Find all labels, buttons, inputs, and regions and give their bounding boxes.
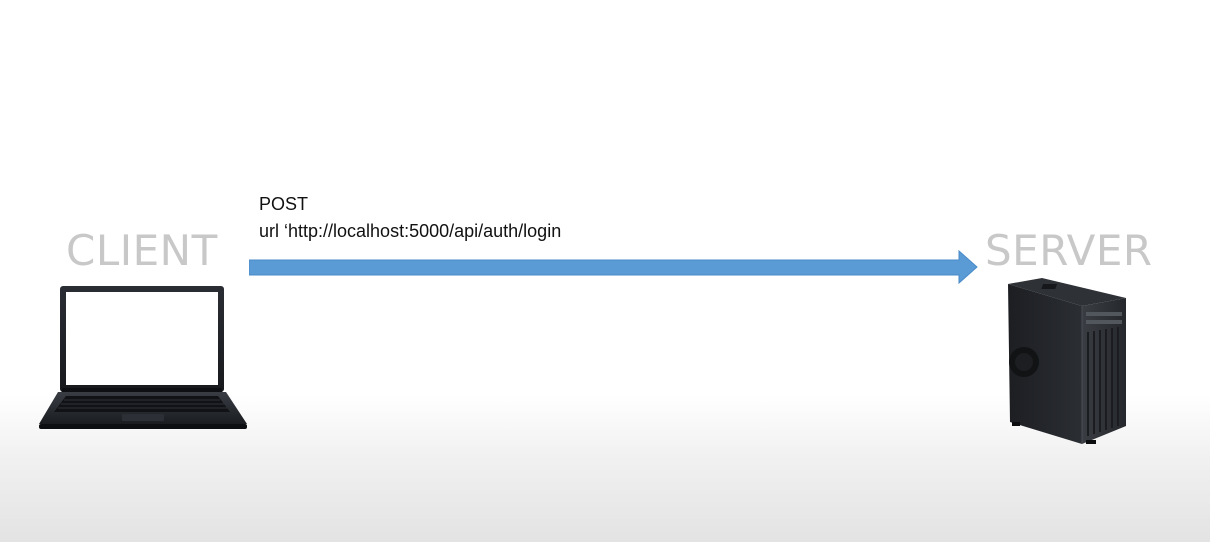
server-tower-icon: [1008, 278, 1126, 444]
laptop-icon: [39, 286, 247, 429]
request-arrow: [249, 250, 978, 285]
laptop-screen: [66, 292, 218, 385]
request-method-label: POST: [259, 194, 309, 214]
request-url-label: url ‘http://localhost:5000/api/auth/logi…: [259, 221, 562, 241]
client-label: CLIENT: [66, 226, 218, 275]
server-label: SERVER: [985, 226, 1153, 275]
request-arrow-shape: [249, 250, 978, 285]
diagram-canvas: CLIENT SERVER POST url ‘http://localhost…: [0, 0, 1210, 542]
